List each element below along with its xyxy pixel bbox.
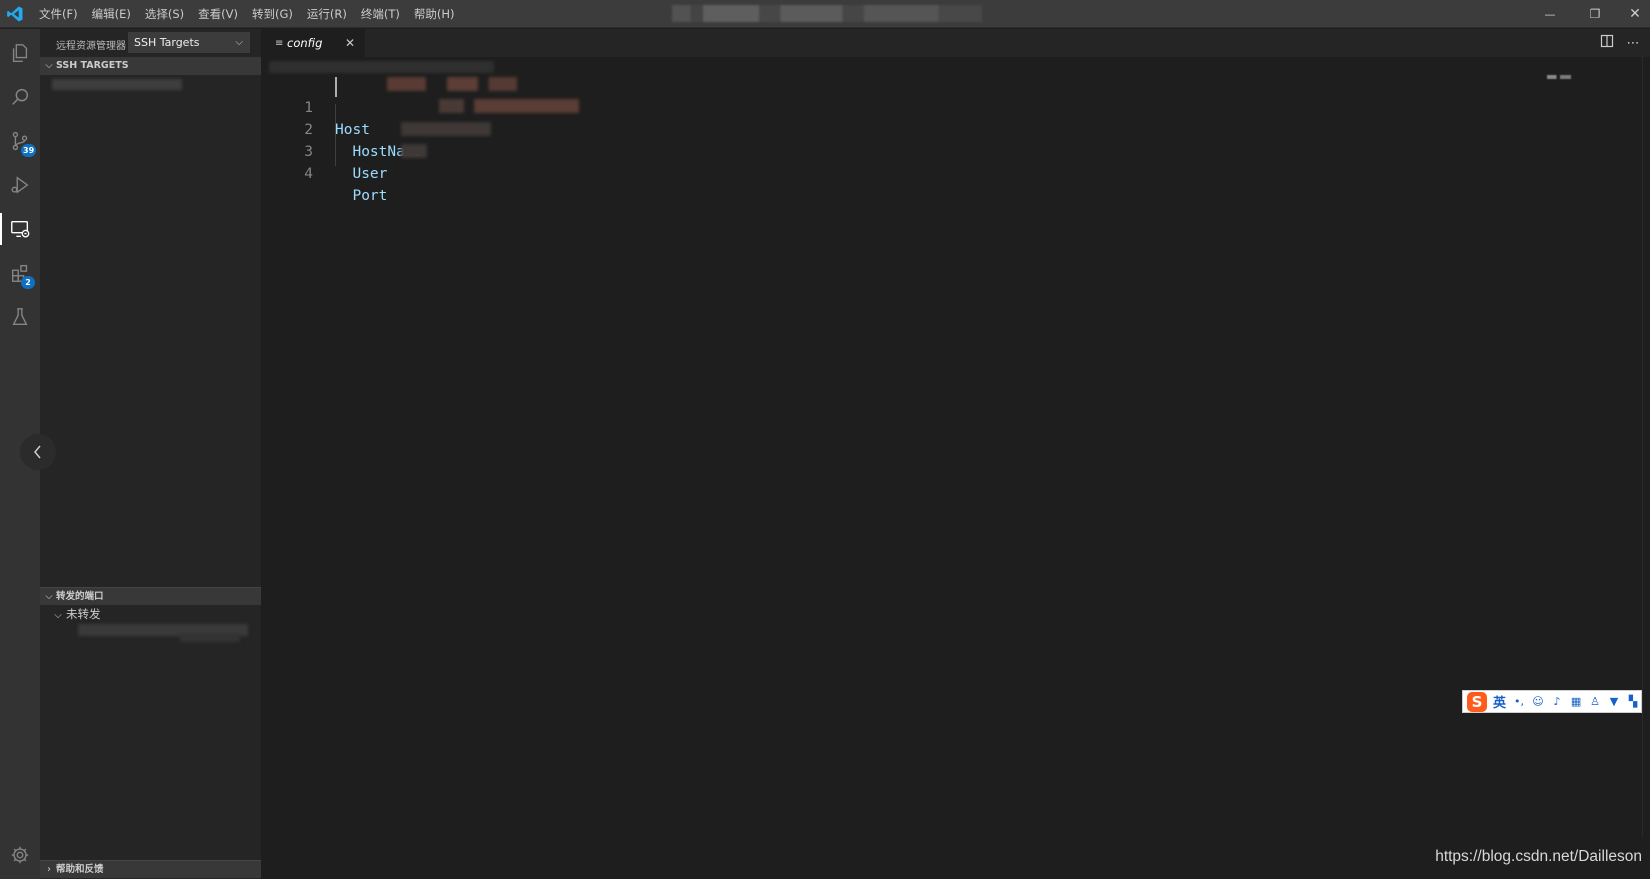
host-value-redacted bbox=[387, 77, 517, 91]
port-value-redacted bbox=[401, 144, 427, 158]
menu-bar: 文件(F) 编辑(E) 选择(S) 查看(V) 转到(G) 运行(R) 终端(T… bbox=[32, 0, 461, 28]
remote-target-value: SSH Targets bbox=[134, 36, 200, 49]
toolbox-grid-icon[interactable]: ▚ bbox=[1627, 695, 1639, 708]
title-bar: 文件(F) 编辑(E) 选择(S) 查看(V) 转到(G) 运行(R) 终端(T… bbox=[0, 0, 1650, 28]
not-forwarded-label: 未转发 bbox=[66, 607, 101, 621]
chevron-down-icon: ⌵ bbox=[54, 610, 62, 621]
microphone-icon[interactable]: ♪ bbox=[1551, 695, 1563, 708]
explorer-icon bbox=[12, 44, 28, 62]
forwarded-ports-section-header[interactable]: ⌵ 转发的端口 bbox=[40, 587, 261, 605]
settings-gear-icon bbox=[11, 846, 29, 864]
menu-selection[interactable]: 选择(S) bbox=[138, 0, 191, 28]
code-text: Port bbox=[335, 188, 388, 204]
chevron-right-icon: › bbox=[47, 864, 51, 875]
activity-manage[interactable] bbox=[0, 833, 40, 877]
chevron-left-icon bbox=[34, 445, 41, 459]
menu-go[interactable]: 转到(G) bbox=[245, 0, 300, 28]
activity-testing[interactable] bbox=[0, 295, 40, 339]
activity-search[interactable] bbox=[0, 75, 40, 119]
file-text-icon: ≡ bbox=[275, 37, 284, 49]
split-editor-icon[interactable] bbox=[1594, 34, 1620, 52]
code-line: 4 Port bbox=[261, 141, 387, 204]
keyboard-icon[interactable]: ▦ bbox=[1570, 695, 1582, 708]
menu-help[interactable]: 帮助(H) bbox=[407, 0, 462, 28]
emoji-icon[interactable]: ☺ bbox=[1532, 695, 1544, 708]
chevron-down-icon: ⌵ bbox=[235, 37, 243, 48]
ssh-targets-section-header[interactable]: ⌵ SSH TARGETS bbox=[40, 57, 261, 75]
activity-source-control[interactable]: 39 bbox=[0, 119, 40, 163]
forwarded-ports-title: 转发的端口 bbox=[56, 591, 104, 602]
activity-explorer[interactable] bbox=[0, 31, 40, 75]
code-line: 2 HostName bbox=[261, 97, 422, 160]
editor-scrollbar[interactable] bbox=[1642, 57, 1650, 837]
user-icon[interactable]: ♙ bbox=[1589, 695, 1601, 708]
ime-toolbar[interactable]: S 英 •, ☺ ♪ ▦ ♙ ▼ ▚ bbox=[1462, 690, 1642, 713]
source-control-badge: 39 bbox=[21, 144, 37, 157]
punctuation-icon[interactable]: •, bbox=[1513, 695, 1525, 708]
code-text: Host bbox=[335, 122, 370, 138]
breadcrumb-path-redacted[interactable] bbox=[269, 61, 494, 73]
sogou-logo-icon[interactable]: S bbox=[1467, 691, 1487, 712]
window-title-redacted bbox=[672, 5, 982, 22]
text-cursor bbox=[335, 77, 337, 97]
skin-shirt-icon[interactable]: ▼ bbox=[1608, 695, 1620, 708]
testing-icon bbox=[12, 308, 28, 326]
menu-run[interactable]: 运行(R) bbox=[300, 0, 354, 28]
ssh-targets-title: SSH TARGETS bbox=[56, 60, 129, 71]
search-icon bbox=[12, 88, 29, 105]
editor-actions: ⋯ bbox=[1594, 29, 1646, 57]
breadcrumb bbox=[261, 57, 1650, 77]
sidebar-title: 远程资源管理器 bbox=[56, 41, 126, 52]
extensions-badge: 2 bbox=[21, 276, 35, 289]
tab-label: config bbox=[287, 36, 323, 50]
minimize-icon: — bbox=[1544, 7, 1556, 21]
activity-remote-explorer[interactable] bbox=[0, 207, 40, 251]
remote-target-select[interactable]: SSH Targets ⌵ bbox=[128, 32, 250, 53]
restore-button[interactable]: ❐ bbox=[1575, 0, 1615, 28]
collapse-sidebar-button[interactable] bbox=[20, 434, 56, 470]
menu-edit[interactable]: 编辑(E) bbox=[85, 0, 138, 28]
help-feedback-title: 帮助和反馈 bbox=[56, 864, 104, 875]
minimize-button[interactable]: — bbox=[1530, 0, 1570, 28]
not-forwarded-group[interactable]: ⌵ 未转发 bbox=[50, 605, 101, 623]
user-value-redacted bbox=[401, 122, 491, 136]
ime-language-toggle[interactable]: 英 bbox=[1493, 692, 1506, 711]
editor-tab-bar: ≡ config ✕ ⋯ bbox=[261, 29, 1650, 57]
close-icon: ✕ bbox=[1629, 6, 1641, 22]
more-actions-icon[interactable]: ⋯ bbox=[1620, 36, 1646, 51]
chevron-down-icon: ⌵ bbox=[45, 60, 53, 71]
code-editor[interactable]: 1 Host 2 HostName 3 User 4 Port bbox=[261, 77, 1650, 879]
code-line: 1 Host bbox=[261, 75, 370, 138]
close-window-button[interactable]: ✕ bbox=[1615, 0, 1650, 28]
menu-terminal[interactable]: 终端(T) bbox=[354, 0, 407, 28]
help-feedback-section-header[interactable]: › 帮助和反馈 bbox=[40, 860, 261, 878]
menu-view[interactable]: 查看(V) bbox=[191, 0, 245, 28]
chevron-down-icon: ⌵ bbox=[45, 591, 53, 602]
ssh-target-item-redacted[interactable] bbox=[52, 79, 182, 90]
line-number: 4 bbox=[304, 166, 313, 182]
code-line: 3 User bbox=[261, 119, 387, 182]
remote-explorer-sidebar: 远程资源管理器 SSH Targets ⌵ ⌵ SSH TARGETS ⌵ 转发的端… bbox=[40, 29, 261, 879]
activity-extensions[interactable]: 2 bbox=[0, 251, 40, 295]
vscode-logo-icon bbox=[7, 6, 23, 22]
forwarded-port-detail-redacted bbox=[180, 633, 240, 642]
menu-file[interactable]: 文件(F) bbox=[32, 0, 85, 28]
minimap[interactable] bbox=[1547, 75, 1571, 79]
sidebar-header: 远程资源管理器 SSH Targets ⌵ bbox=[40, 29, 261, 57]
restore-icon: ❐ bbox=[1589, 7, 1601, 21]
tab-config[interactable]: ≡ config ✕ bbox=[261, 29, 365, 57]
watermark: https://blog.csdn.net/Dailleson bbox=[1435, 848, 1642, 865]
run-debug-icon bbox=[11, 176, 29, 194]
hostname-value-redacted bbox=[439, 99, 579, 113]
code-text: User bbox=[335, 166, 388, 182]
remote-explorer-icon bbox=[11, 220, 30, 238]
close-tab-icon[interactable]: ✕ bbox=[345, 36, 355, 50]
activity-run-debug[interactable] bbox=[0, 163, 40, 207]
